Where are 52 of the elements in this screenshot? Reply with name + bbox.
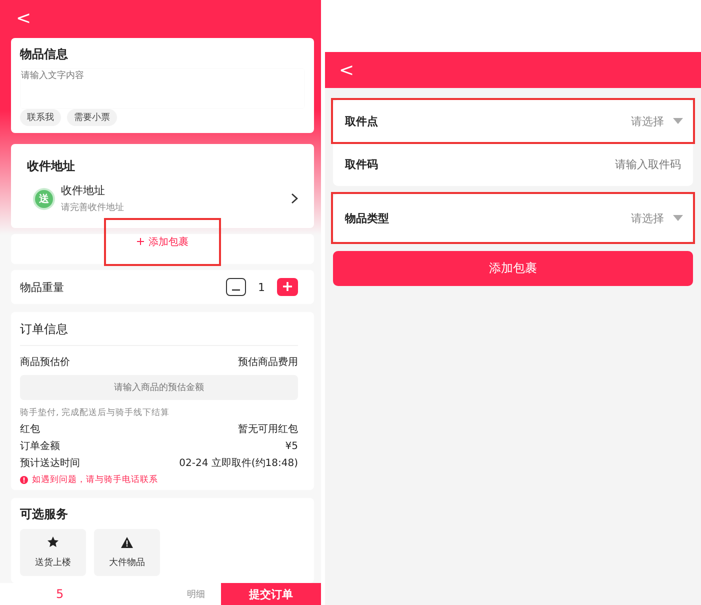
- section-title: 订单信息: [20, 321, 298, 346]
- details-button[interactable]: 明细: [181, 583, 211, 605]
- section-title: 物品信息: [20, 46, 69, 63]
- plus-icon: [136, 238, 144, 245]
- item-info-card[interactable]: 物品信息 请输入文字内容 联系我 需要小票: [11, 38, 314, 133]
- payment-note: 骑手垫付, 完成配送后与骑手线下结算: [20, 407, 170, 419]
- chevron-right-icon: [291, 193, 298, 204]
- select-placeholder: 请选择: [631, 114, 664, 128]
- service-option[interactable]: 大件物品: [94, 529, 160, 576]
- service-option[interactable]: 送货上楼: [20, 529, 86, 576]
- plus-button[interactable]: [277, 278, 298, 296]
- input-row[interactable]: 取件码 请输入取件码: [333, 142, 693, 186]
- info-label: 订单金额: [20, 440, 60, 453]
- tag-chip[interactable]: 联系我: [20, 109, 61, 126]
- address-row[interactable]: 送 收件地址 请完善收件地址: [27, 183, 298, 214]
- info-label: 红包: [20, 423, 40, 436]
- tag-chip[interactable]: 需要小票: [67, 109, 117, 126]
- total-amount: 5: [56, 587, 64, 601]
- submit-order-button[interactable]: 提交订单: [221, 583, 321, 605]
- select-row[interactable]: 物品类型 请选择: [333, 194, 693, 242]
- section-title: 可选服务: [20, 506, 69, 523]
- info-value[interactable]: 02-24 立即取件(约18:48): [179, 456, 298, 470]
- address-hint: 请完善收件地址: [61, 201, 124, 214]
- warning-icon: [121, 536, 133, 548]
- dropdown-arrow-icon: [673, 215, 683, 221]
- dropdown-arrow-icon: [673, 118, 683, 124]
- add-package-button[interactable]: 添加包裹: [106, 220, 219, 264]
- field-label: 取件码: [345, 156, 378, 172]
- weight-label: 物品重量: [20, 280, 64, 294]
- add-package-button[interactable]: 添加包裹: [333, 251, 693, 286]
- delivery-badge: 送: [35, 190, 53, 208]
- minus-button[interactable]: [226, 278, 246, 296]
- select-placeholder: 请选择: [631, 210, 664, 226]
- price-input[interactable]: 请输入商品的预估金额: [20, 375, 298, 400]
- price-hint: 预估商品费用: [238, 356, 298, 369]
- back-button[interactable]: <: [0, 0, 40, 38]
- field-label: 取件点: [345, 114, 378, 128]
- plus-icon: [283, 282, 292, 291]
- address-label: 收件地址: [61, 183, 106, 198]
- select-row[interactable]: 取件点 请选择: [333, 100, 693, 142]
- info-value: ¥5: [285, 440, 298, 452]
- price-label: 商品预估价: [20, 356, 70, 369]
- warning-text: 如遇到问题，请与骑手电话联系: [32, 474, 158, 486]
- field-label: 物品类型: [345, 210, 389, 226]
- info-value: 暂无可用红包: [238, 422, 298, 436]
- back-button[interactable]: <: [325, 58, 360, 82]
- minus-icon: [232, 289, 240, 291]
- star-icon: [47, 536, 59, 548]
- quantity-value: 1: [258, 280, 265, 294]
- alert-icon: [20, 476, 28, 484]
- info-label: 预计送达时间: [20, 456, 80, 470]
- section-title: 收件地址: [27, 158, 76, 175]
